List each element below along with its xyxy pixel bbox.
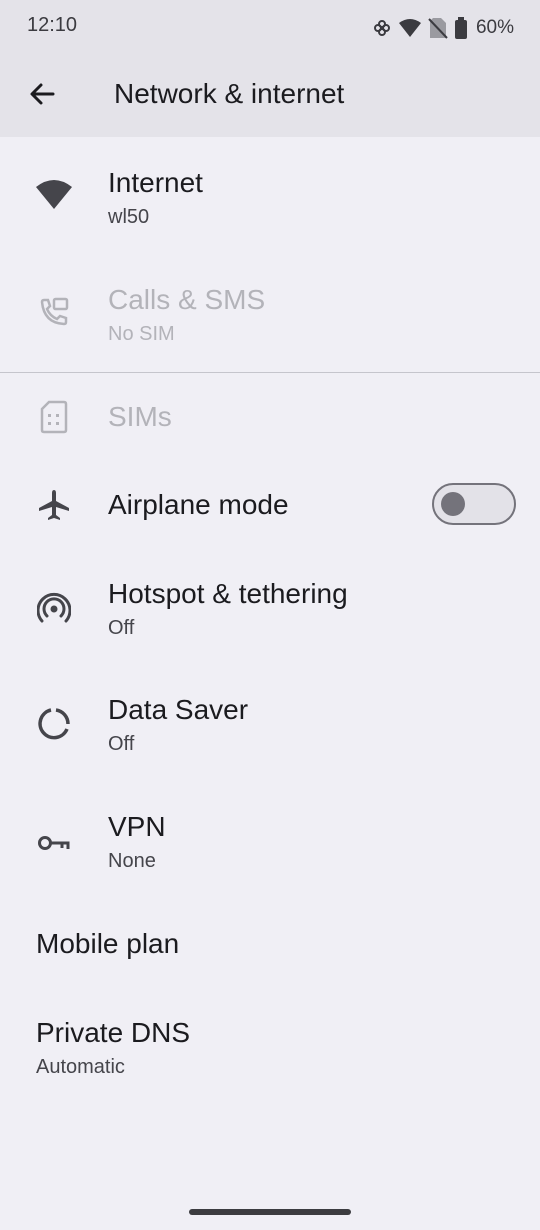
internet-subtitle: wl50: [108, 206, 150, 228]
internet-item[interactable]: Internet wl50: [0, 140, 540, 256]
sim-card-icon: [30, 393, 78, 441]
airplane-mode-toggle[interactable]: [432, 483, 516, 525]
arrow-back-icon: [28, 80, 56, 113]
hotspot-icon: [30, 585, 78, 633]
toggle-knob: [441, 492, 465, 516]
phone-sms-icon: [30, 288, 78, 336]
data-saver-subtitle: Off: [108, 733, 135, 755]
hotspot-subtitle: Off: [108, 617, 135, 639]
hotspot-item[interactable]: Hotspot & tethering Off: [0, 552, 540, 664]
vpn-subtitle: None: [108, 850, 156, 872]
airplane-icon: [30, 481, 78, 529]
battery-percent: 60%: [475, 17, 514, 38]
page-title: Network & internet: [114, 78, 345, 109]
calls-sms-subtitle: No SIM: [108, 323, 175, 345]
status-time: 12:10: [27, 14, 78, 36]
private-dns-title: Private DNS: [36, 1017, 191, 1048]
wifi-icon: [398, 18, 422, 38]
private-dns-item[interactable]: Private DNS Automatic: [0, 992, 540, 1104]
internet-title: Internet: [108, 167, 203, 198]
airplane-mode-title: Airplane mode: [108, 489, 289, 520]
no-sim-icon: [428, 17, 448, 39]
home-indicator[interactable]: [189, 1209, 351, 1215]
wifi-icon: [30, 170, 78, 218]
mobile-plan-title: Mobile plan: [36, 928, 180, 959]
hotspot-title: Hotspot & tethering: [108, 578, 348, 609]
back-button[interactable]: [18, 74, 66, 118]
settings-screen: 12:10 60% Network & internet Internet wl…: [0, 0, 540, 1230]
data-saver-item[interactable]: Data Saver Off: [0, 668, 540, 780]
battery-icon: [454, 17, 468, 39]
data-saver-icon: [30, 700, 78, 748]
vpn-item[interactable]: VPN None: [0, 786, 540, 898]
vpn-title: VPN: [108, 811, 166, 842]
mobile-plan-item[interactable]: Mobile plan: [0, 904, 540, 988]
sims-title: SIMs: [108, 401, 172, 432]
calls-sms-item[interactable]: Calls & SMS No SIM: [0, 258, 540, 370]
data-saver-title: Data Saver: [108, 694, 249, 725]
status-icons: 60%: [372, 14, 514, 42]
calls-sms-title: Calls & SMS: [108, 284, 266, 315]
status-bar: 12:10 60%: [0, 0, 540, 56]
vpn-key-cross-icon: [372, 18, 392, 38]
sims-item[interactable]: SIMs: [0, 376, 540, 460]
app-bar: Network & internet: [0, 56, 540, 137]
vpn-key-icon: [30, 819, 78, 867]
private-dns-subtitle: Automatic: [36, 1056, 125, 1078]
section-divider: [0, 372, 540, 373]
